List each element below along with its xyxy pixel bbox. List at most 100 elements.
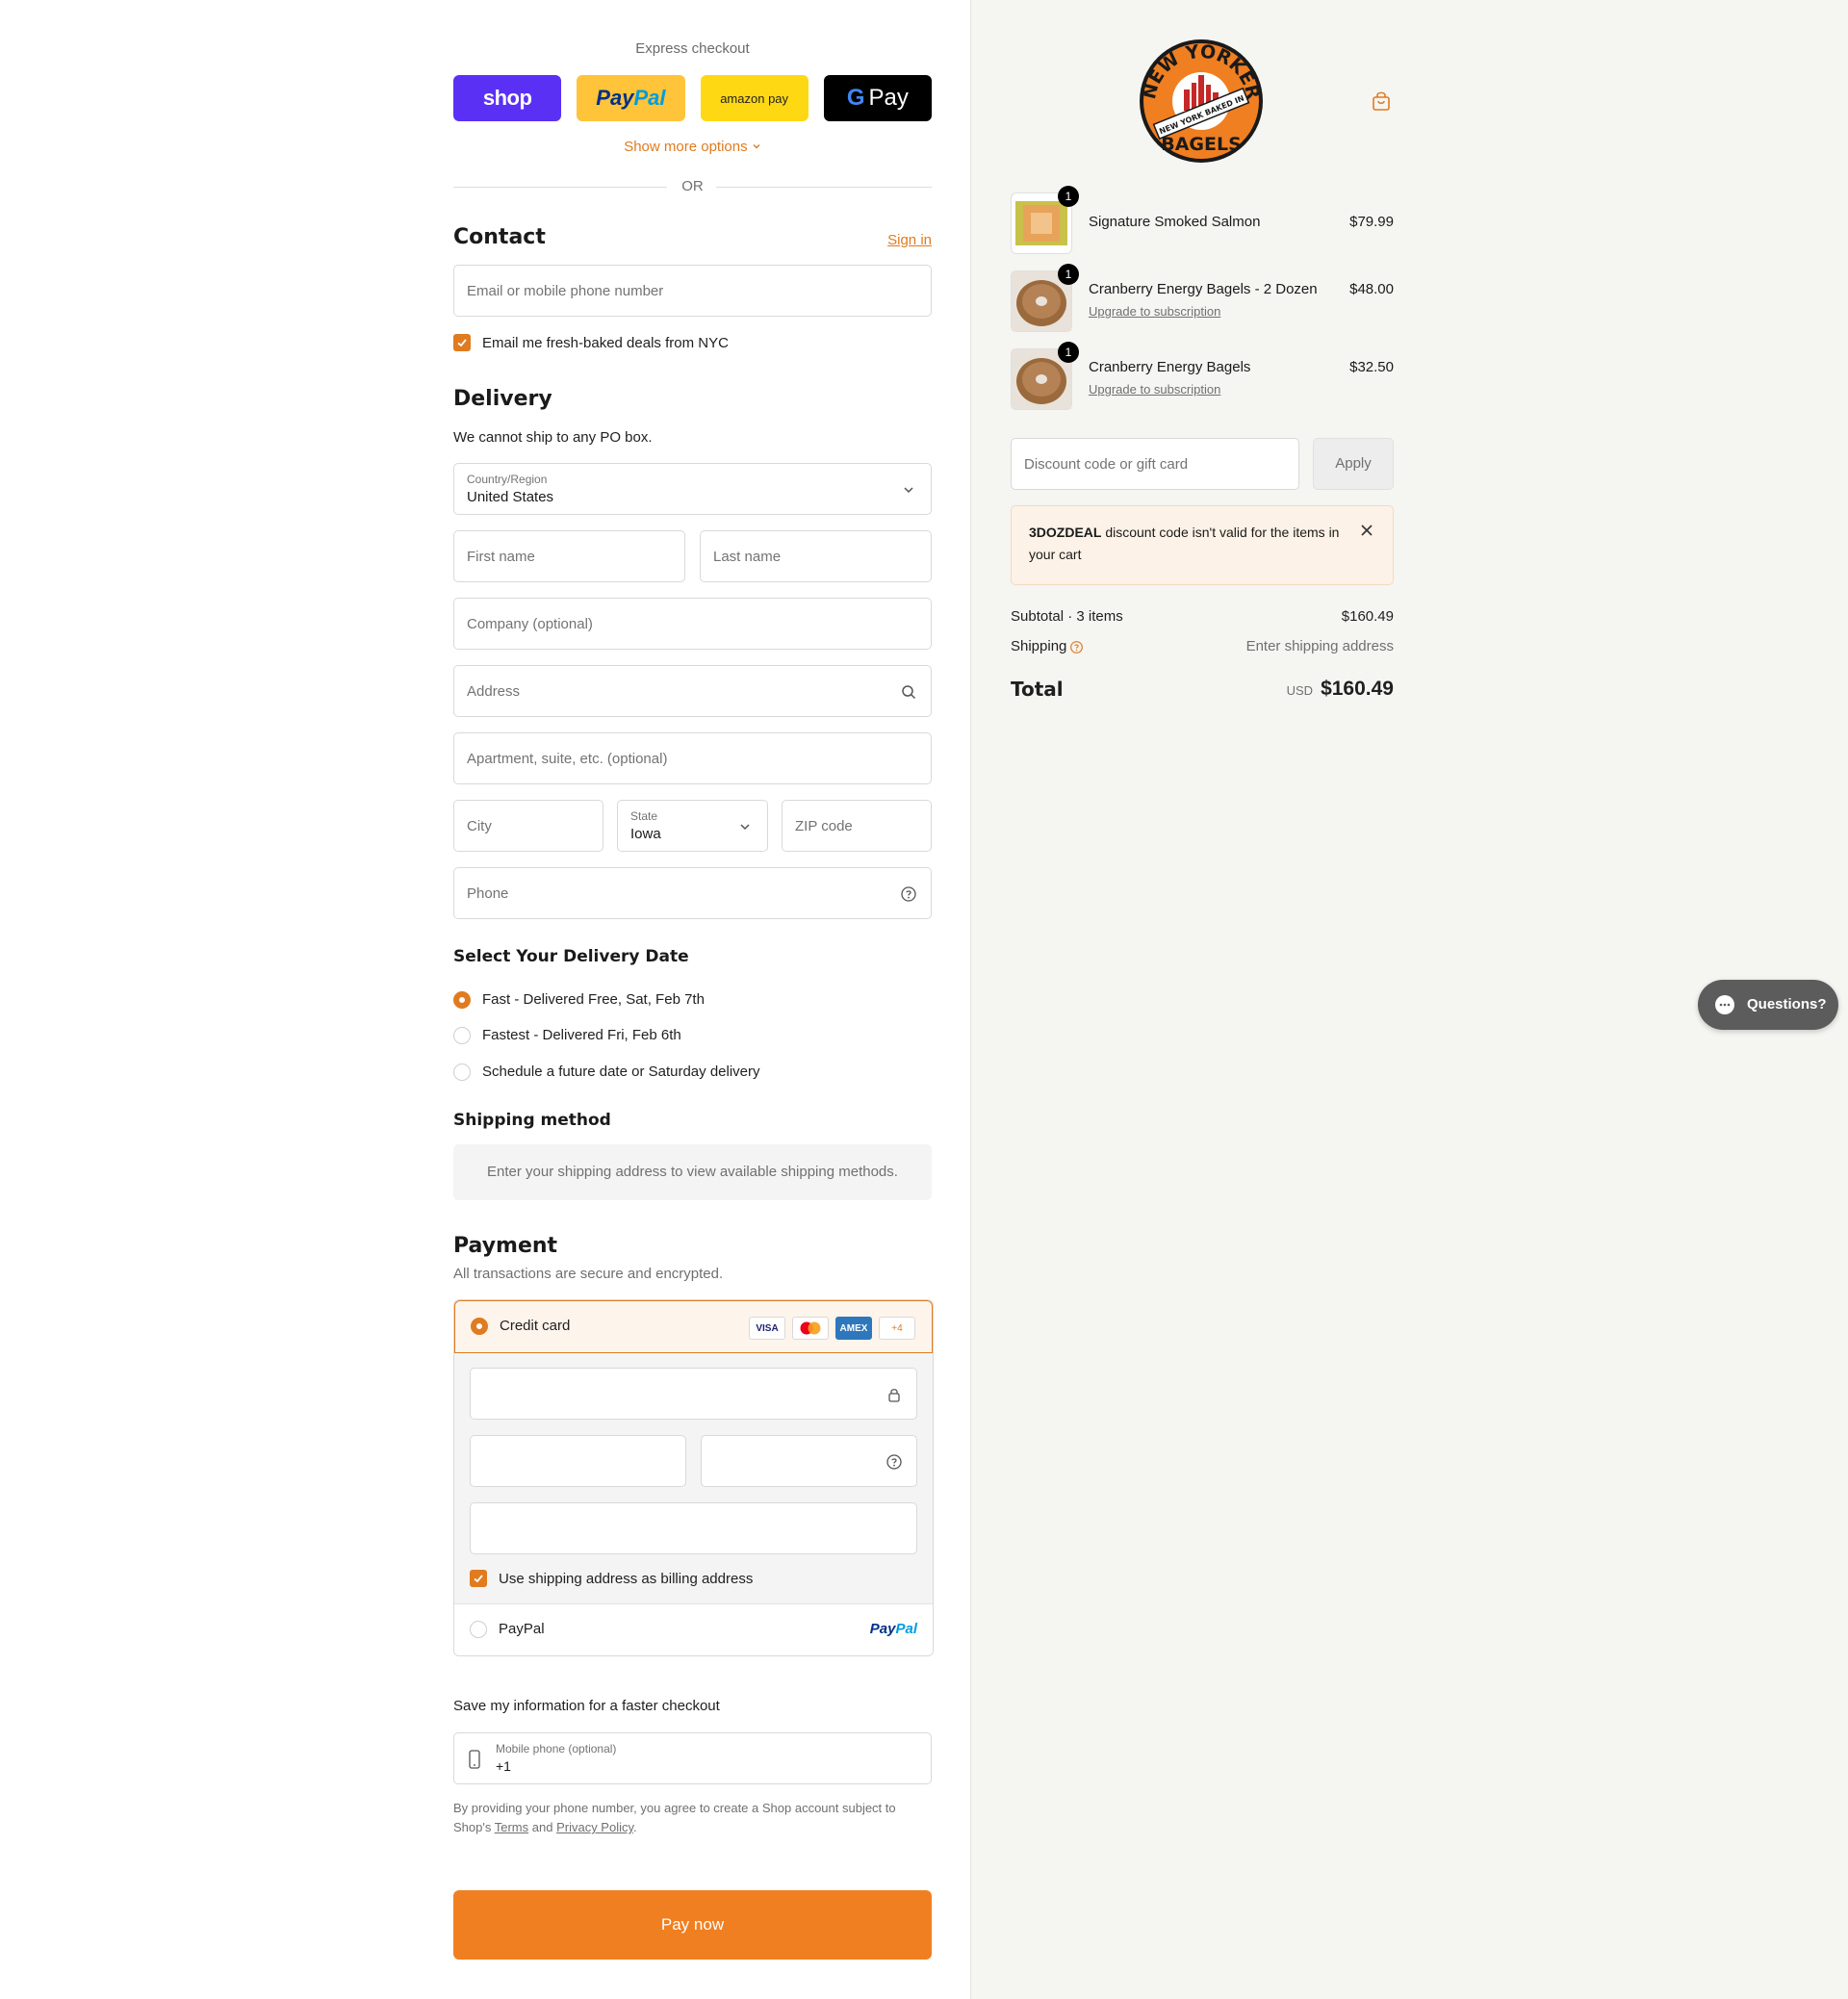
- cart-item-name: Signature Smoked Salmon: [1089, 214, 1261, 230]
- close-icon[interactable]: [1360, 524, 1373, 537]
- security-code-field[interactable]: [701, 1435, 917, 1487]
- checkout-form-panel: Express checkout shop Pay Pal amazon pay …: [0, 0, 970, 1999]
- search-icon: [902, 685, 916, 700]
- chevron-down-icon: [740, 824, 750, 831]
- last-name-field[interactable]: Last name: [700, 530, 932, 582]
- express-pay-row: shop Pay Pal amazon pay G Pay: [453, 75, 932, 121]
- terms-link[interactable]: Terms: [495, 1820, 528, 1834]
- delivery-option-radio-schedule[interactable]: [453, 1064, 471, 1081]
- state-label: State: [630, 809, 658, 823]
- shop-pay-button[interactable]: shop: [453, 75, 562, 121]
- quantity-badge: 1: [1058, 264, 1079, 285]
- billing-address-label: Use shipping address as billing address: [499, 1571, 754, 1587]
- show-more-options-label: Show more options: [624, 139, 748, 155]
- help-circle-icon[interactable]: [900, 885, 917, 903]
- or-divider: OR: [453, 177, 932, 196]
- help-circle-icon[interactable]: [886, 1453, 903, 1471]
- privacy-policy-link[interactable]: Privacy Policy: [556, 1820, 633, 1834]
- paypal-radio[interactable]: [470, 1621, 487, 1638]
- paypal-label: PayPal: [499, 1621, 545, 1637]
- zip-field[interactable]: ZIP code: [782, 800, 932, 852]
- upgrade-subscription-link[interactable]: Upgrade to subscription: [1089, 382, 1220, 397]
- cart-item-name: Cranberry Energy Bagels: [1089, 359, 1251, 375]
- discount-code-placeholder: Discount code or gift card: [1024, 456, 1189, 473]
- country-label: Country/Region: [467, 473, 548, 486]
- chevron-down-icon: [904, 487, 913, 494]
- amex-icon: AMEX: [835, 1317, 872, 1340]
- zip-placeholder: ZIP code: [795, 818, 853, 834]
- new-yorker-bagels-logo: NEW YORKER NEW YORK BAKED IN BAGELS: [1139, 39, 1264, 163]
- paypal-express-button[interactable]: Pay Pal: [577, 75, 685, 121]
- newsletter-checkbox[interactable]: [453, 334, 471, 351]
- delivery-option-label: Schedule a future date or Saturday deliv…: [482, 1064, 760, 1080]
- delivery-option-label: Fastest - Delivered Fri, Feb 6th: [482, 1027, 681, 1043]
- mastercard-icon: [792, 1317, 829, 1340]
- paypal-logo-part1: Pay: [869, 1621, 896, 1637]
- payment-subtitle: All transactions are secure and encrypte…: [453, 1266, 724, 1282]
- delivery-note: We cannot ship to any PO box.: [453, 429, 653, 446]
- state-select[interactable]: State Iowa: [617, 800, 768, 852]
- legal-period: .: [633, 1820, 637, 1834]
- quantity-badge: 1: [1058, 342, 1079, 363]
- paypal-logo-part2: Pal: [895, 1621, 917, 1637]
- visa-text: VISA: [756, 1322, 779, 1334]
- amazon-pay-button[interactable]: amazon pay: [700, 75, 808, 121]
- mobile-phone-field[interactable]: Mobile phone (optional) +1: [453, 1732, 932, 1784]
- company-field[interactable]: Company (optional): [453, 598, 932, 650]
- city-field[interactable]: City: [453, 800, 603, 852]
- first-name-placeholder: First name: [467, 549, 535, 565]
- google-g-icon: G: [846, 85, 865, 111]
- first-name-field[interactable]: First name: [453, 530, 685, 582]
- cart-item-name: Cranberry Energy Bagels - 2 Dozen: [1089, 281, 1318, 297]
- help-circle-icon[interactable]: [1069, 640, 1084, 654]
- lock-icon: [888, 1389, 900, 1402]
- apartment-placeholder: Apartment, suite, etc. (optional): [467, 751, 668, 767]
- express-checkout-title: Express checkout: [635, 40, 750, 57]
- checkmark-icon: [474, 1575, 483, 1583]
- google-pay-label: Pay: [868, 85, 909, 111]
- shop-pay-logo: shop: [482, 86, 532, 110]
- contact-heading: Contact: [453, 225, 546, 249]
- expiration-date-field[interactable]: [470, 1435, 686, 1487]
- checkout-form-column: Express checkout shop Pay Pal amazon pay …: [453, 0, 934, 1999]
- payment-heading: Payment: [453, 1234, 558, 1258]
- currency-code: USD: [1286, 683, 1314, 698]
- paypal-option[interactable]: PayPal PayPal: [454, 1603, 933, 1655]
- total-label: Total: [1011, 678, 1064, 701]
- billing-address-checkbox[interactable]: [470, 1570, 487, 1587]
- delivery-option-radio-fastest[interactable]: [453, 1027, 471, 1044]
- sign-in-link[interactable]: Sign in: [887, 232, 932, 248]
- email-field[interactable]: Email or mobile phone number: [453, 265, 932, 317]
- country-select[interactable]: Country/Region United States: [453, 463, 932, 515]
- legal-text: By providing your phone number, you agre…: [453, 1799, 932, 1837]
- phone-field[interactable]: Phone: [453, 867, 932, 919]
- name-on-card-field[interactable]: [470, 1502, 917, 1554]
- google-pay-button[interactable]: G Pay: [823, 75, 932, 121]
- delivery-heading: Delivery: [453, 387, 552, 411]
- mobile-phone-icon: [469, 1750, 480, 1769]
- discount-code-field[interactable]: Discount code or gift card: [1011, 438, 1299, 490]
- total-value: $160.49: [1321, 678, 1394, 700]
- legal-and: and: [531, 1820, 553, 1834]
- cart-item: 1 Cranberry Energy Bagels Upgrade to sub…: [1011, 342, 1394, 410]
- upgrade-subscription-link[interactable]: Upgrade to subscription: [1089, 304, 1220, 319]
- amazon-pay-logo: amazon pay: [720, 90, 789, 106]
- subtotal-value: $160.49: [1341, 608, 1394, 625]
- credit-card-option[interactable]: Credit card VISA AMEX +4: [454, 1300, 933, 1353]
- credit-card-radio[interactable]: [471, 1318, 488, 1335]
- cart-item: 1 Cranberry Energy Bagels - 2 Dozen Upgr…: [1011, 264, 1394, 332]
- questions-chat-button[interactable]: Questions?: [1698, 980, 1838, 1030]
- city-placeholder: City: [467, 818, 492, 834]
- chevron-down-icon: [753, 144, 760, 149]
- delivery-option-radio-fast[interactable]: [453, 991, 471, 1009]
- show-more-options-link[interactable]: Show more options: [453, 139, 932, 155]
- apply-discount-button[interactable]: Apply: [1313, 438, 1394, 490]
- last-name-placeholder: Last name: [713, 549, 782, 565]
- apartment-field[interactable]: Apartment, suite, etc. (optional): [453, 732, 932, 784]
- pay-now-button[interactable]: Pay now: [453, 1890, 932, 1960]
- address-field[interactable]: Address: [453, 665, 932, 717]
- phone-placeholder: Phone: [467, 885, 509, 902]
- shopping-bag-icon[interactable]: [1371, 90, 1392, 112]
- card-number-field[interactable]: [470, 1368, 917, 1420]
- shipping-method-notice: Enter your shipping address to view avai…: [453, 1144, 932, 1200]
